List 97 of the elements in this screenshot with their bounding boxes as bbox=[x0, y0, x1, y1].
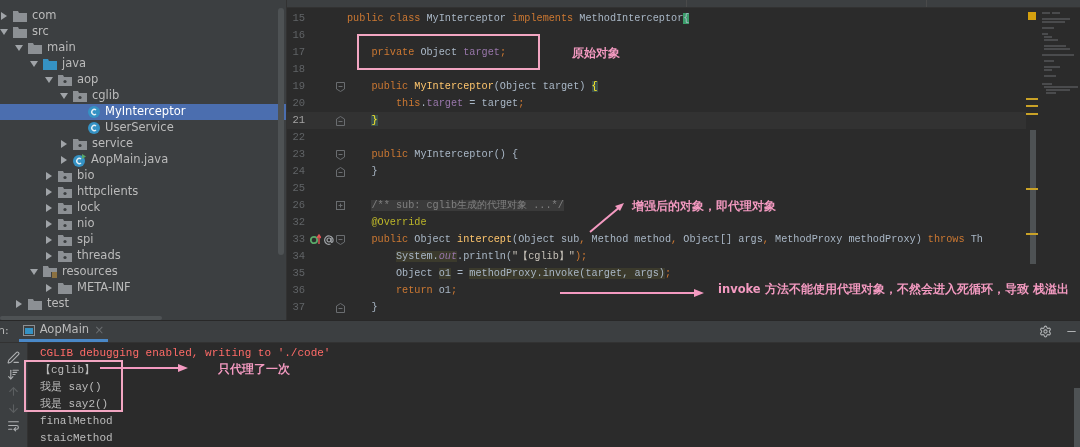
annotation-label: 增强后的对象，即代理对象 bbox=[632, 198, 776, 215]
tree-item[interactable]: test bbox=[0, 296, 286, 312]
marker-stripe[interactable] bbox=[1026, 113, 1038, 115]
console-line: finalMethod bbox=[40, 415, 113, 427]
tree-item[interactable]: AopMain.java bbox=[0, 152, 286, 168]
fold-icon[interactable] bbox=[335, 81, 345, 92]
console-line: CGLIB debugging enabled, writing to './code' bbox=[40, 347, 331, 359]
annotation-label: 原始对象 bbox=[572, 45, 620, 62]
line-number: 21 bbox=[291, 112, 305, 128]
folder-icon bbox=[28, 298, 42, 310]
tree-item[interactable]: com bbox=[0, 8, 286, 24]
tree-item[interactable]: main bbox=[0, 40, 286, 56]
marker-stripe[interactable] bbox=[1026, 188, 1038, 190]
scrollbar[interactable] bbox=[1074, 388, 1080, 447]
tree-item[interactable]: cglib bbox=[0, 88, 286, 104]
runnable-class-icon bbox=[73, 153, 86, 167]
code-line: } bbox=[370, 302, 378, 313]
code-line: @Override bbox=[370, 217, 427, 228]
package-folder-icon bbox=[58, 186, 72, 198]
tree-item[interactable]: service bbox=[0, 136, 286, 152]
annotation-label: 只代理了一次 bbox=[218, 361, 290, 378]
folder-icon bbox=[58, 282, 72, 294]
tree-item[interactable]: spi bbox=[0, 232, 286, 248]
tree-item[interactable]: aop bbox=[0, 72, 286, 88]
annotation-arrow bbox=[588, 200, 626, 234]
line-number: 36 bbox=[291, 282, 305, 298]
package-folder-icon bbox=[58, 234, 72, 246]
package-folder-icon bbox=[73, 90, 87, 102]
folder-icon bbox=[28, 42, 42, 54]
tree-item[interactable]: nio bbox=[0, 216, 286, 232]
code-line: } bbox=[370, 166, 378, 177]
code-line: Object o1 = methodProxy.invoke(target, args); bbox=[394, 268, 672, 279]
scrollbar[interactable] bbox=[1030, 130, 1036, 264]
class-icon bbox=[88, 106, 100, 118]
code-line: return o1; bbox=[394, 285, 458, 296]
sort-icon[interactable] bbox=[7, 368, 20, 381]
tree-item[interactable]: bio bbox=[0, 168, 286, 184]
marker-stripe[interactable] bbox=[1026, 233, 1038, 235]
line-number: 33 bbox=[291, 231, 305, 247]
folder-icon bbox=[13, 10, 27, 22]
expanded-arrow-icon[interactable] bbox=[30, 268, 38, 276]
tree-item[interactable]: META-INF bbox=[0, 280, 286, 296]
marker-stripe[interactable] bbox=[1026, 98, 1038, 100]
tree-item[interactable]: httpclients bbox=[0, 184, 286, 200]
package-folder-icon bbox=[58, 218, 72, 230]
console-icon bbox=[22, 324, 35, 336]
console-line: 我是 say() bbox=[40, 381, 102, 393]
tree-item[interactable]: resources bbox=[0, 264, 286, 280]
annotation-label: invoke 方法不能使用代理对象，不然会进入死循环，导致 栈溢出 bbox=[718, 281, 1069, 298]
package-folder-icon bbox=[58, 250, 72, 262]
settings-icon[interactable] bbox=[1039, 325, 1052, 338]
soft-wrap-icon[interactable] bbox=[7, 419, 20, 432]
resources-folder-icon bbox=[43, 266, 57, 278]
collapsed-arrow-icon[interactable] bbox=[0, 12, 8, 20]
pencil-icon[interactable] bbox=[7, 351, 20, 364]
line-number: 34 bbox=[291, 248, 305, 264]
tree-item[interactable]: threads bbox=[0, 248, 286, 264]
fold-icon[interactable] bbox=[335, 115, 345, 126]
line-number: 32 bbox=[291, 214, 305, 230]
fold-icon[interactable] bbox=[335, 302, 345, 313]
code-line: this.target = target; bbox=[394, 98, 525, 109]
expand-icon[interactable] bbox=[335, 201, 345, 210]
folder-icon bbox=[43, 58, 57, 70]
implements-method-icon[interactable] bbox=[310, 234, 321, 245]
console-line: 我是 say2() bbox=[40, 398, 109, 410]
package-folder-icon bbox=[58, 202, 72, 214]
code-line: System.out.println("【cglib】"); bbox=[394, 251, 588, 262]
tree-item[interactable]: java bbox=[0, 56, 286, 72]
fold-icon[interactable] bbox=[335, 234, 345, 245]
code-line: public class MyInterceptor implements MethodInterceptor{ bbox=[347, 13, 690, 24]
code-line: public Object intercept(Object sub, Method method, Object[] args, MethodProxy methodProxy) throws Th bbox=[370, 234, 983, 245]
console-line: 【cglib】 bbox=[40, 364, 95, 376]
tree-item[interactable]: UserService bbox=[0, 120, 286, 136]
collapsed-arrow-icon[interactable] bbox=[45, 284, 53, 292]
class-icon bbox=[88, 122, 100, 134]
line-number: 37 bbox=[291, 299, 305, 315]
code-line: public MyInterceptor() { bbox=[370, 149, 519, 160]
tree-item[interactable]: lock bbox=[0, 200, 286, 216]
fold-icon[interactable] bbox=[335, 149, 345, 160]
folder-icon bbox=[13, 26, 27, 38]
marker-stripe[interactable] bbox=[1026, 105, 1038, 107]
at-sign-icon[interactable] bbox=[324, 234, 334, 245]
scrollbar[interactable] bbox=[278, 8, 284, 255]
package-folder-icon bbox=[73, 138, 87, 150]
package-folder-icon bbox=[58, 170, 72, 182]
code-line: private Object target; bbox=[370, 47, 506, 58]
line-number: 35 bbox=[291, 265, 305, 281]
line-number: 23 bbox=[291, 146, 305, 162]
tree-item[interactable]: src bbox=[0, 24, 286, 40]
fold-icon[interactable] bbox=[335, 166, 345, 177]
run-tab[interactable]: AopMain × bbox=[18, 321, 109, 342]
code-line: public MyInterceptor(Object target) { bbox=[370, 81, 598, 92]
console-line: staicMethod bbox=[40, 432, 113, 444]
line-number: 17 bbox=[291, 44, 305, 60]
tree-item[interactable]: MyInterceptor bbox=[0, 104, 286, 120]
package-folder-icon bbox=[58, 74, 72, 86]
collapsed-arrow-icon[interactable] bbox=[15, 300, 23, 308]
